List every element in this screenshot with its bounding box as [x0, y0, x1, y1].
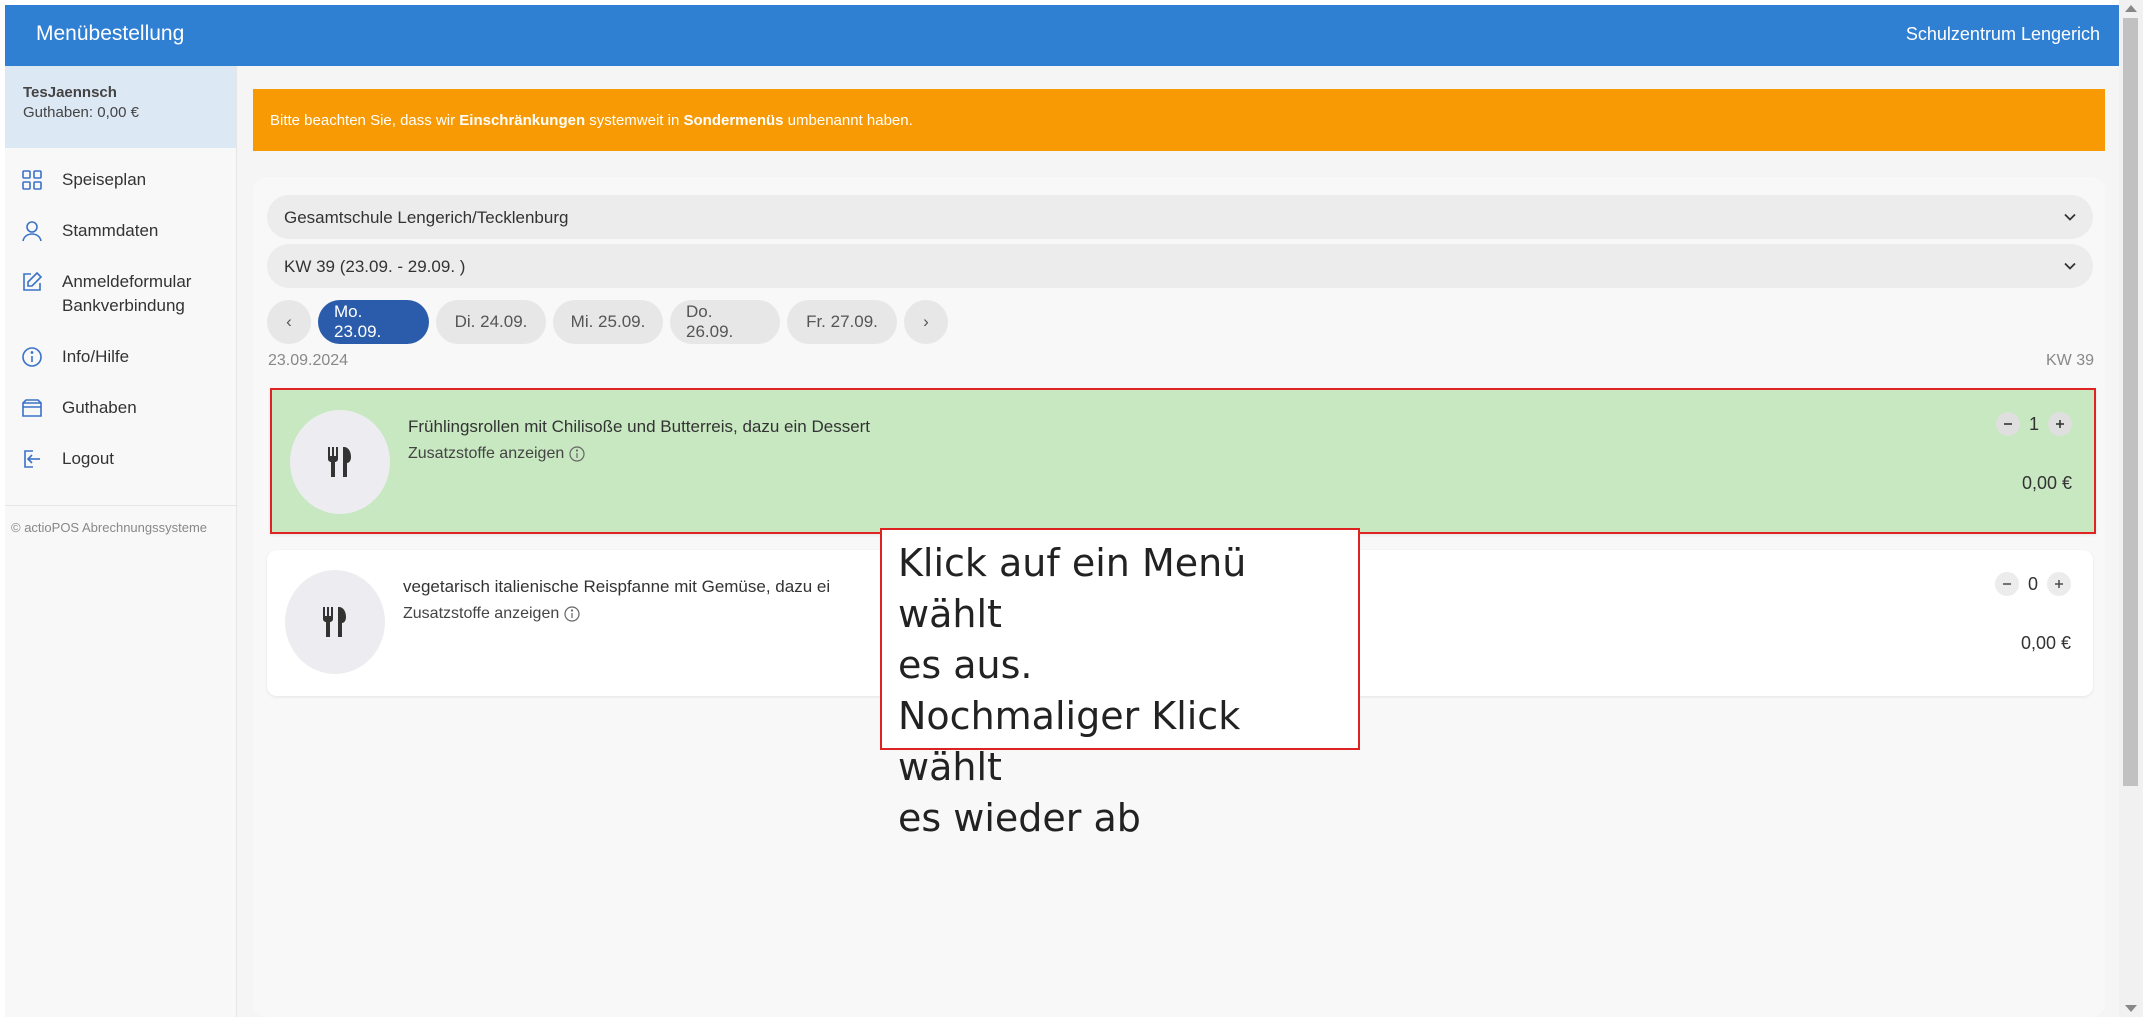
sidebar-item-label: Stammdaten [62, 221, 159, 240]
sidebar: TesJaennsch Guthaben: 0,00 € Speiseplan … [5, 66, 237, 1017]
chevron-down-icon [2064, 213, 2076, 221]
day-tab-tuesday[interactable]: Di. 24.09. [436, 300, 546, 344]
notice-text: systemweit in [585, 112, 684, 129]
scrollbar-thumb[interactable] [2123, 18, 2138, 786]
sidebar-item-stammdaten[interactable]: Stammdaten [5, 217, 236, 268]
additives-label: Zusatzstoffe anzeigen [403, 605, 560, 622]
sidebar-item-guthaben[interactable]: Guthaben [5, 394, 236, 445]
day-tab-wednesday[interactable]: Mi. 25.09. [553, 300, 663, 344]
day-tab-thursday[interactable]: Do. 26.09. [670, 300, 780, 344]
logout-icon [18, 445, 46, 473]
info-icon [18, 343, 46, 371]
notice-banner: Bitte beachten Sie, dass wir Einschränku… [253, 89, 2105, 151]
edit-icon [18, 268, 46, 296]
increase-button[interactable] [2048, 412, 2072, 436]
app-frame: Menübestellung Schulzentrum Lengerich Te… [5, 5, 2119, 1017]
sidebar-item-speiseplan[interactable]: Speiseplan [5, 166, 236, 217]
notice-text: Bitte beachten Sie, dass wir [270, 112, 460, 129]
sidebar-item-label: Guthaben [62, 398, 137, 417]
instruction-callout: Klick auf ein Menü wählt es aus. Nochmal… [880, 528, 1360, 840]
scroll-down-arrow[interactable] [2125, 1005, 2137, 1012]
notice-text: umbenannt haben. [783, 112, 913, 129]
user-box: TesJaennsch Guthaben: 0,00 € [5, 66, 236, 148]
selected-date: 23.09.2024 [268, 352, 349, 369]
sidebar-item-label: Speiseplan [62, 170, 147, 189]
callout-line: es aus. [898, 643, 1033, 687]
scroll-up-arrow[interactable] [2125, 5, 2137, 12]
page-scrollbar[interactable] [2119, 0, 2143, 1017]
additives-link[interactable]: Zusatzstoffe anzeigen [403, 605, 580, 623]
week-number: KW 39 [2045, 352, 2094, 369]
sidebar-item-logout[interactable]: Logout [5, 445, 236, 491]
week-select-value: KW 39 (23.09. - 29.09. ) [284, 257, 466, 276]
week-select[interactable]: KW 39 (23.09. - 29.09. ) [267, 244, 2093, 288]
sidebar-item-label: Anmeldeformular Bankverbindung [62, 272, 192, 315]
info-icon [564, 606, 580, 622]
copyright: © actioPOS Abrechnungssysteme [5, 505, 236, 535]
school-select-value: Gesamtschule Lengerich/Tecklenburg [284, 208, 569, 227]
additives-label: Zusatzstoffe anzeigen [408, 445, 565, 462]
sidebar-item-info-hilfe[interactable]: Info/Hilfe [5, 343, 236, 394]
date-header: 23.09.2024 KW 39 [268, 352, 2094, 370]
day-tab-monday[interactable]: Mo. 23.09. [318, 300, 429, 344]
menu-name: vegetarisch italienische Reispfanne mit … [403, 577, 831, 596]
callout-line: Nochmaliger Klick wählt [898, 694, 1241, 789]
decrease-button[interactable] [1994, 572, 2019, 596]
info-icon [569, 446, 585, 462]
top-bar: Menübestellung Schulzentrum Lengerich [5, 5, 2119, 66]
quantity-value: 1 [2028, 413, 2039, 434]
school-select[interactable]: Gesamtschule Lengerich/Tecklenburg [267, 195, 2093, 239]
user-icon [18, 217, 46, 245]
callout-line: Klick auf ein Menü wählt [898, 541, 1247, 636]
quantity-value: 0 [2027, 573, 2038, 594]
organization-name: Schulzentrum Lengerich [1905, 24, 2100, 44]
sidebar-item-label: Logout [62, 449, 114, 468]
notice-bold: Einschränkungen [459, 112, 586, 129]
decrease-button[interactable] [1995, 412, 2020, 436]
plus-icon [2056, 420, 2064, 428]
wallet-icon [18, 394, 46, 422]
increase-button[interactable] [2047, 572, 2071, 596]
app-title: Menübestellung [36, 22, 185, 45]
cutlery-icon [290, 410, 390, 514]
notice-bold: Sondermenüs [683, 112, 784, 129]
sidebar-item-label: Info/Hilfe [62, 347, 130, 366]
minus-icon [2003, 423, 2012, 425]
additives-link[interactable]: Zusatzstoffe anzeigen [408, 445, 585, 463]
plus-icon [2055, 580, 2063, 588]
prev-week-button[interactable]: ‹ [267, 300, 311, 344]
callout-line: es wieder ab [898, 796, 1141, 840]
day-tab-friday[interactable]: Fr. 27.09. [787, 300, 897, 344]
quantity-stepper: 1 [1995, 412, 2072, 436]
grid-icon [18, 166, 46, 194]
user-name: TesJaennsch [23, 84, 117, 101]
chevron-down-icon [2064, 262, 2076, 270]
day-selector: ‹ Mo. 23.09. Di. 24.09. Mi. 25.09. Do. 2… [267, 300, 948, 344]
next-week-button[interactable]: › [904, 300, 948, 344]
menu-name: Frühlingsrollen mit Chilisoße und Butter… [408, 417, 871, 436]
quantity-stepper: 0 [1994, 572, 2071, 596]
menu-price: 0,00 € [2020, 633, 2071, 653]
minus-icon [2002, 583, 2011, 585]
sidebar-item-anmeldeformular[interactable]: Anmeldeformular Bankverbindung [5, 268, 236, 343]
menu-price: 0,00 € [2021, 473, 2072, 493]
cutlery-icon [285, 570, 385, 674]
user-balance: Guthaben: 0,00 € [23, 104, 139, 121]
menu-card[interactable]: Frühlingsrollen mit Chilisoße und Butter… [270, 388, 2096, 534]
